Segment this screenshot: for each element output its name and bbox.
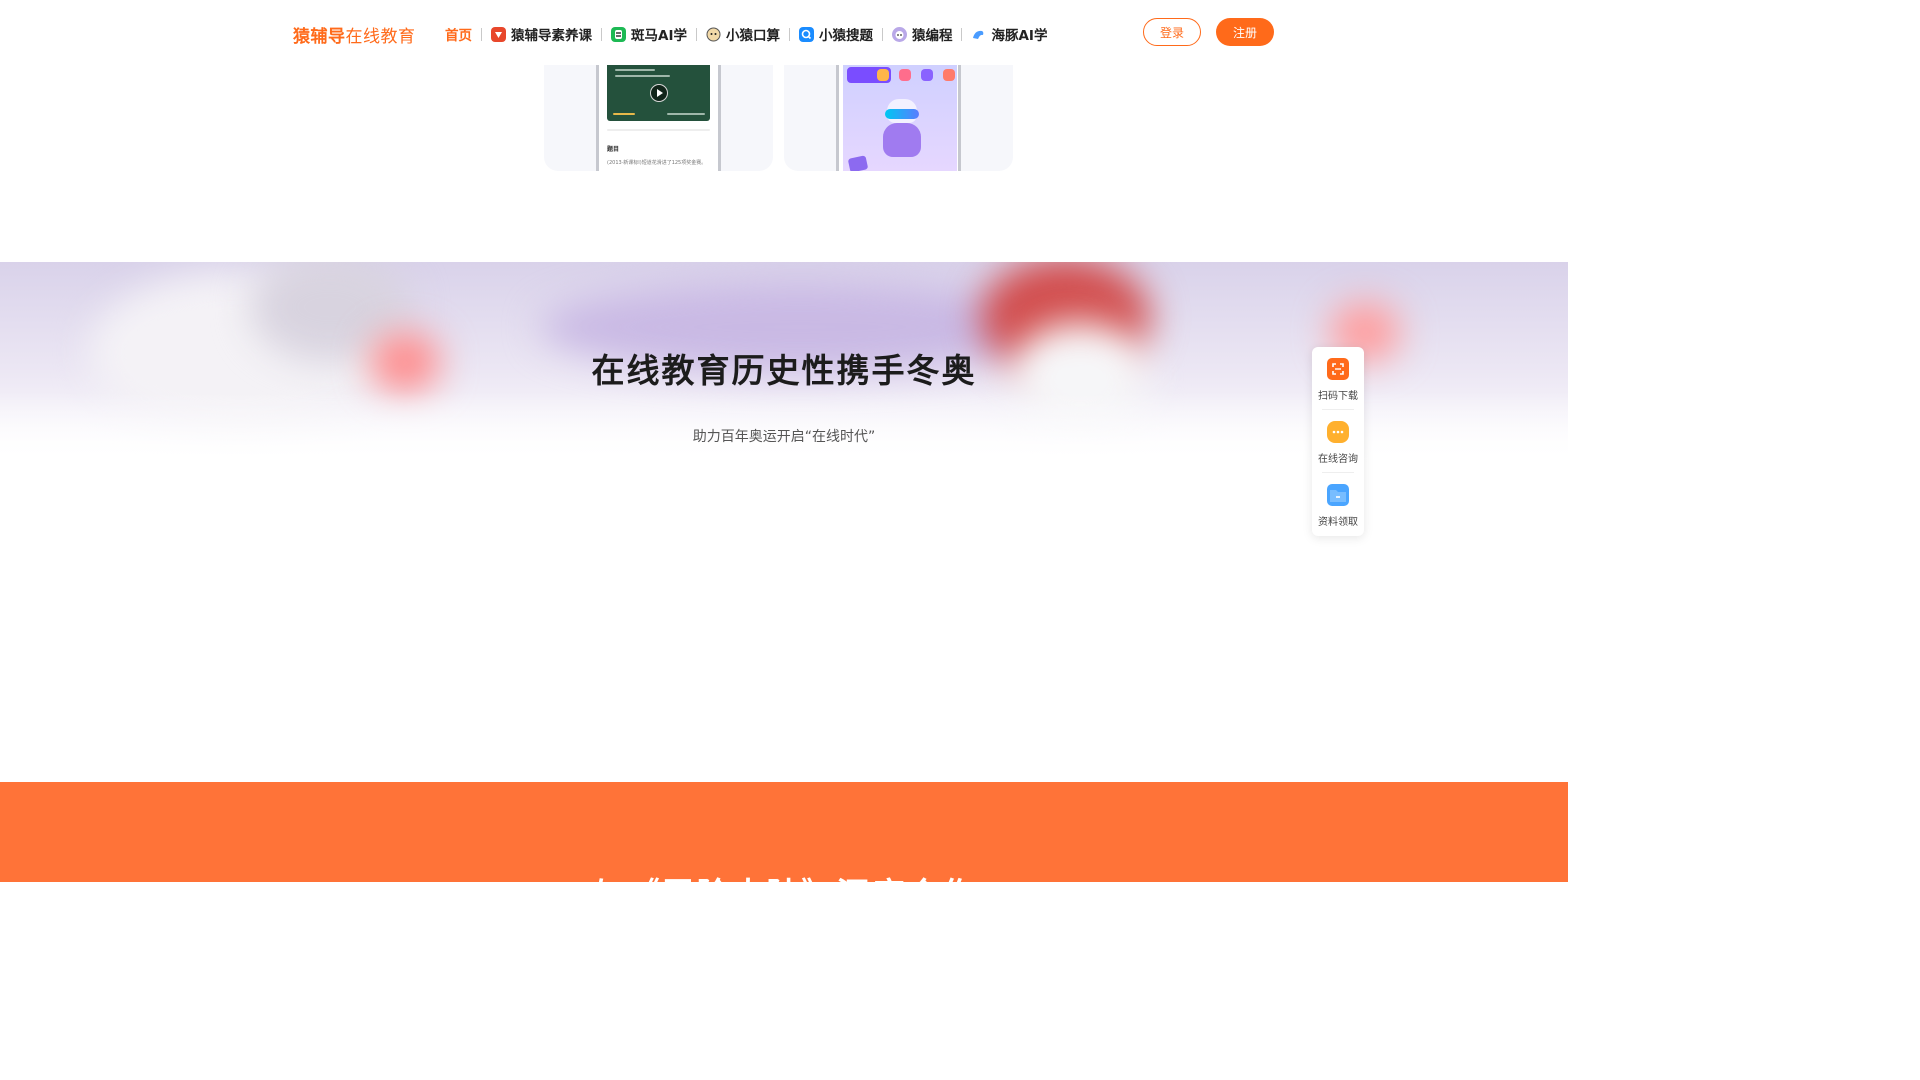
phone-mockup: 题目 (2013·新课标Ⅰ)短道花滑进了125项奖金赛。 bbox=[596, 65, 721, 171]
partnership-section bbox=[0, 782, 1568, 882]
app-tile-icon bbox=[943, 69, 955, 81]
top-header: 猿辅导在线教育 首页 猿辅导素养课 斑马AI学 小猿口算 小猿搜题 猿编程 海豚… bbox=[0, 0, 1568, 65]
yuanfudao-suyang-icon bbox=[491, 26, 506, 42]
yuanbiancheng-icon bbox=[891, 26, 907, 42]
floating-side-panel: 扫码下载 在线咨询 资料领取 bbox=[1312, 347, 1364, 536]
zebra-icon bbox=[611, 26, 626, 42]
dolphin-icon bbox=[971, 27, 986, 42]
nav-item-soti[interactable]: 小猿搜题 bbox=[798, 24, 873, 44]
robot-visor bbox=[885, 109, 919, 119]
side-item-materials[interactable]: 资料领取 bbox=[1312, 473, 1364, 536]
nav-item-biancheng[interactable]: 猿编程 bbox=[891, 24, 953, 44]
nav-separator bbox=[881, 27, 883, 41]
nav-label-zebra: 斑马AI学 bbox=[631, 28, 687, 44]
nav-item-home[interactable]: 首页 bbox=[445, 24, 472, 44]
site-logo[interactable]: 猿辅导在线教育 bbox=[293, 22, 416, 47]
app-tile-icon bbox=[921, 69, 933, 81]
app-screen bbox=[843, 65, 957, 171]
xiaoyuan-soti-icon bbox=[798, 26, 814, 42]
nav-item-suyang[interactable]: 猿辅导素养课 bbox=[491, 24, 592, 44]
divider bbox=[607, 129, 710, 131]
xiaoyuan-kousuan-icon bbox=[705, 26, 721, 42]
board-text-line bbox=[615, 75, 670, 77]
chat-icon bbox=[1327, 421, 1349, 443]
nav-item-zebra[interactable]: 斑马AI学 bbox=[611, 24, 687, 44]
nav-label-dolphin: 海豚AI学 bbox=[991, 28, 1048, 44]
nav-separator bbox=[695, 27, 697, 41]
nav-item-kousuan[interactable]: 小猿口算 bbox=[705, 24, 780, 44]
product-card-ai-study[interactable] bbox=[784, 65, 1013, 171]
main-nav: 首页 猿辅导素养课 斑马AI学 小猿口算 小猿搜题 猿编程 海豚AI学 bbox=[445, 24, 1047, 44]
question-text: (2013·新课标Ⅰ)短道花滑进了125项奖金赛。 bbox=[607, 160, 707, 166]
chalkboard-video bbox=[607, 65, 710, 121]
login-button[interactable]: 登录 bbox=[1143, 18, 1201, 46]
nav-separator bbox=[788, 27, 790, 41]
folder-icon bbox=[1327, 484, 1349, 506]
nav-label-biancheng: 猿编程 bbox=[911, 28, 953, 44]
logo-subtitle: 在线教育 bbox=[345, 27, 416, 47]
partnership-title: 与《冒险大陆》深度合作 bbox=[591, 875, 977, 914]
nav-item-dolphin[interactable]: 海豚AI学 bbox=[971, 24, 1047, 44]
nav-separator bbox=[481, 27, 482, 41]
app-tile-icon bbox=[899, 69, 911, 81]
board-text-line bbox=[615, 69, 655, 71]
product-card-video-lesson[interactable]: 题目 (2013·新课标Ⅰ)短道花滑进了125项奖金赛。 bbox=[544, 65, 773, 171]
phone-mockup bbox=[836, 65, 961, 171]
app-tile-icon bbox=[877, 69, 889, 81]
logo-brand: 猿辅导 bbox=[293, 27, 346, 47]
side-label-materials: 资料领取 bbox=[1318, 517, 1358, 528]
robot-body bbox=[883, 123, 921, 157]
side-item-online-consult[interactable]: 在线咨询 bbox=[1312, 410, 1364, 473]
nav-label-suyang: 猿辅导素养课 bbox=[511, 28, 592, 44]
scan-icon bbox=[1327, 358, 1349, 380]
side-label-consult: 在线咨询 bbox=[1318, 454, 1358, 465]
question-title: 题目 bbox=[607, 146, 620, 153]
nav-label-home: 首页 bbox=[445, 28, 472, 44]
nav-label-soti: 小猿搜题 bbox=[818, 28, 873, 44]
play-icon bbox=[650, 84, 668, 102]
nav-separator bbox=[961, 27, 963, 41]
rating-stars bbox=[613, 113, 635, 115]
side-item-scan-download[interactable]: 扫码下载 bbox=[1312, 347, 1364, 410]
board-text-line bbox=[667, 113, 705, 115]
register-button[interactable]: 注册 bbox=[1216, 18, 1274, 46]
side-label-scan: 扫码下载 bbox=[1318, 391, 1358, 402]
purple-cube bbox=[847, 155, 869, 171]
nav-label-kousuan: 小猿口算 bbox=[725, 28, 780, 44]
nav-separator bbox=[601, 27, 602, 41]
